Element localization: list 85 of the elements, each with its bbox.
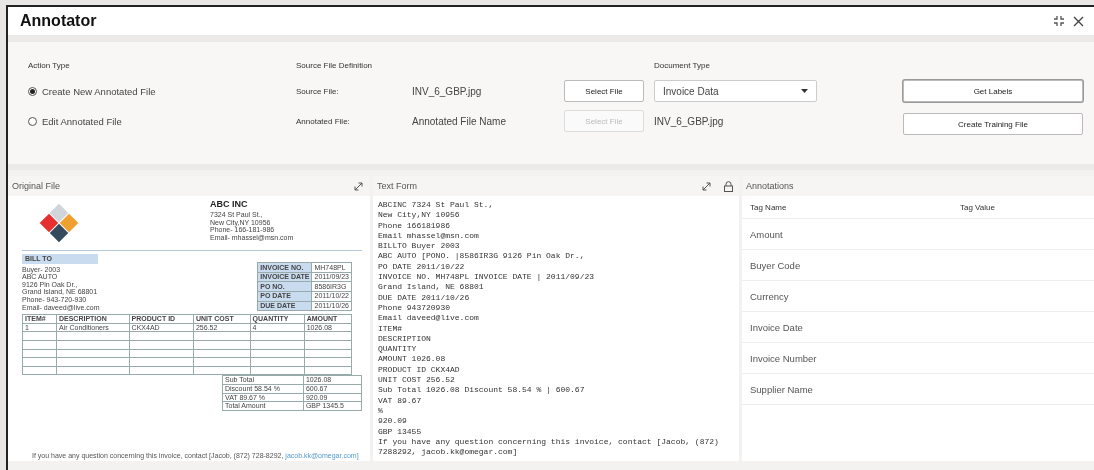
caret-icon [801,89,808,93]
text-line: Email mhassel@msn.com [378,230,480,242]
tag-name: Invoice Date [750,321,804,333]
field-label: Annotated File: [296,116,351,126]
close-icon[interactable] [1073,15,1084,27]
text-line: PRODUCT ID CKX4AD [378,364,461,376]
text-line: DESCRIPTION [378,333,432,345]
puzzle-logo-icon [38,202,80,244]
table-cell [22,366,57,375]
text-line: 920.09 [378,416,408,427]
table-cell [250,331,305,341]
radio-button[interactable] [28,86,37,96]
document-type-dropdown[interactable]: Invoice Data [654,80,817,102]
text-line: ITEM# [378,323,403,334]
table-cell [304,357,352,367]
table-cell [193,366,251,375]
collapse-icon[interactable] [1053,15,1065,27]
section-label: Action Type [28,60,71,70]
select-file-button[interactable]: Select File [564,80,644,102]
get-labels-button[interactable]: Get Labels [903,80,1083,102]
table-cell [193,349,251,358]
tag-name: Invoice Number [750,352,818,364]
table-cell [129,349,194,358]
window-title: Annotator [20,12,98,30]
create-training-file-button[interactable]: Create Training File [903,113,1083,135]
table-cell [250,349,305,358]
table-cell [22,331,57,341]
expand-icon[interactable] [353,180,364,192]
column-header: Tag Name [750,202,788,212]
table-cell [193,331,251,341]
table-cell [22,357,57,367]
text-line: ABCINC 7324 St Paul St., [378,200,495,211]
table-cell [304,366,352,375]
text-line: If you have any question concerning this invoice, contact [Jacob, (872) [378,436,720,448]
text-line: VAT 89.67 [378,395,423,406]
text-line: % [378,405,384,417]
text-line: AMOUNT 1026.08 [378,354,447,365]
column-header: Tag Value [960,202,996,212]
text-line: Phone 166181986 [378,220,451,231]
text-line: New City,NY 10956 [378,210,461,221]
text-line: Phone 943720930 [378,302,451,314]
file-name: INV_6_GBP.jpg [654,115,725,127]
table-cell [250,366,305,375]
panel-title: Annotations [746,181,795,191]
panel-title: Text Form [377,181,418,191]
radio-label[interactable]: Create New Annotated File [42,85,156,97]
table-cell [129,340,194,350]
text-line: DUE DATE 2011/10/26 [378,292,471,303]
table-cell [304,331,352,341]
table-cell [129,366,194,375]
text-line: BILLTO Buyer 2003 [378,241,461,252]
text-line: Email daveed@live.com [378,313,480,324]
company-name: ABC INC [210,199,249,209]
table-cell [193,357,251,367]
table-cell [129,331,194,341]
text-line: 7288292, jacob.kk@omegar.com] [378,447,519,458]
tag-name: Amount [750,228,784,240]
file-name: INV_6_GBP.jpg [412,85,483,97]
text-line: INVOICE NO. MH748PL INVOICE DATE | 2011/09/23 [378,272,596,283]
text-line: ABC AUTO [PONO. |8586IR3G 9126 Pin Oak Dr., [378,251,586,262]
table-cell [250,340,305,350]
tag-name: Supplier Name [750,383,814,395]
radio-label[interactable]: Edit Annotated File [42,115,122,127]
field-label: Source File: [296,86,340,96]
text-line: Grand Island, NE 68801 [378,282,485,293]
tag-name: Buyer Code [750,259,802,271]
table-cell [129,357,194,367]
text-line: GBP 13455 [378,426,423,437]
table-cell [22,340,57,350]
table-cell [304,340,352,350]
text-line: Sub Total 1026.08 Discount 58.54 % | 600.67 [378,385,586,396]
text-line: UNIT COST 256.52 [378,375,456,386]
table-cell [304,349,352,358]
table-cell [193,340,251,350]
table-cell [22,349,57,358]
lock-icon[interactable] [724,180,733,192]
section-label: Source File Definition [296,60,374,70]
table-cell [250,357,305,367]
section-label: Document Type [654,60,711,70]
expand-icon[interactable] [701,180,712,192]
radio-button[interactable] [28,116,37,126]
panel-title: Original File [12,181,61,191]
text-line: PO DATE 2011/10/22 [378,261,466,273]
tag-name: Currency [750,290,790,302]
text-line: QUANTITY [378,344,418,355]
